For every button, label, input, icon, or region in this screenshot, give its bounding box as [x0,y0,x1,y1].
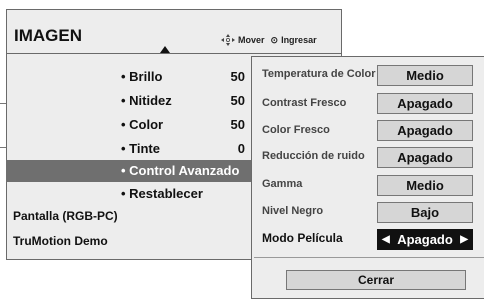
menu-item-control-avanzado[interactable]: • Control Avanzado [121,163,239,178]
left-arrow-icon[interactable]: ◀ [382,230,390,249]
menu-header: IMAGEN Mover ⊙ Ingresar [7,10,341,54]
menu-value-nitidez: 50 [230,93,245,108]
scroll-up-arrow-icon[interactable] [160,46,170,53]
submenu-value-reduccion-de-ruido[interactable]: Apagado [377,147,473,168]
submenu-value-color-fresco[interactable]: Apagado [377,120,473,141]
submenu-value-nivel-negro[interactable]: Bajo [377,202,473,223]
menu-value-brillo: 50 [230,69,245,84]
menu-item-restablecer[interactable]: • Restablecer [121,186,203,201]
menu-item-brillo[interactable]: • Brillo [121,69,162,84]
modo-pelicula-value-text: Apagado [397,232,453,247]
submenu-divider [254,257,484,258]
submenu-value-modo-pelicula[interactable]: ◀ Apagado ▶ [377,229,473,250]
dpad-icon [221,34,235,46]
menu-value-tinte: 0 [237,141,245,156]
submenu-value-contrast-fresco[interactable]: Apagado [377,93,473,114]
menu-item-tinte[interactable]: • Tinte [121,141,160,156]
navigation-hint: Mover ⊙ Ingresar [221,34,317,46]
menu-value-color: 50 [230,117,245,132]
enter-label: Ingresar [281,35,317,45]
submenu-label-nivel-negro: Nivel Negro [262,205,324,217]
submenu-label-color-fresco: Color Fresco [262,124,330,136]
submenu-label-reduccion-de-ruido: Reducción de ruido [262,150,365,162]
move-label: Mover [238,35,265,45]
submenu-label-gamma: Gamma [262,178,303,190]
advanced-control-submenu: Temperatura de Color Medio Contrast Fres… [251,56,484,299]
menu-item-trumotion-demo[interactable]: TruMotion Demo [13,234,108,248]
submenu-value-gamma[interactable]: Medio [377,175,473,196]
ok-button-icon: ⊙ [270,34,279,45]
close-button[interactable]: Cerrar [286,270,466,290]
submenu-value-temperatura-de-color[interactable]: Medio [377,65,473,86]
submenu-label-contrast-fresco: Contrast Fresco [262,97,347,109]
submenu-label-modo-pelicula: Modo Película [262,231,343,245]
right-arrow-icon[interactable]: ▶ [460,230,468,249]
submenu-label-temperatura-de-color: Temperatura de Color [262,68,376,80]
menu-item-nitidez[interactable]: • Nitidez [121,93,172,108]
menu-item-pantalla-rgb-pc[interactable]: Pantalla (RGB-PC) [13,209,118,223]
menu-item-color[interactable]: • Color [121,117,163,132]
menu-title: IMAGEN [14,26,82,45]
